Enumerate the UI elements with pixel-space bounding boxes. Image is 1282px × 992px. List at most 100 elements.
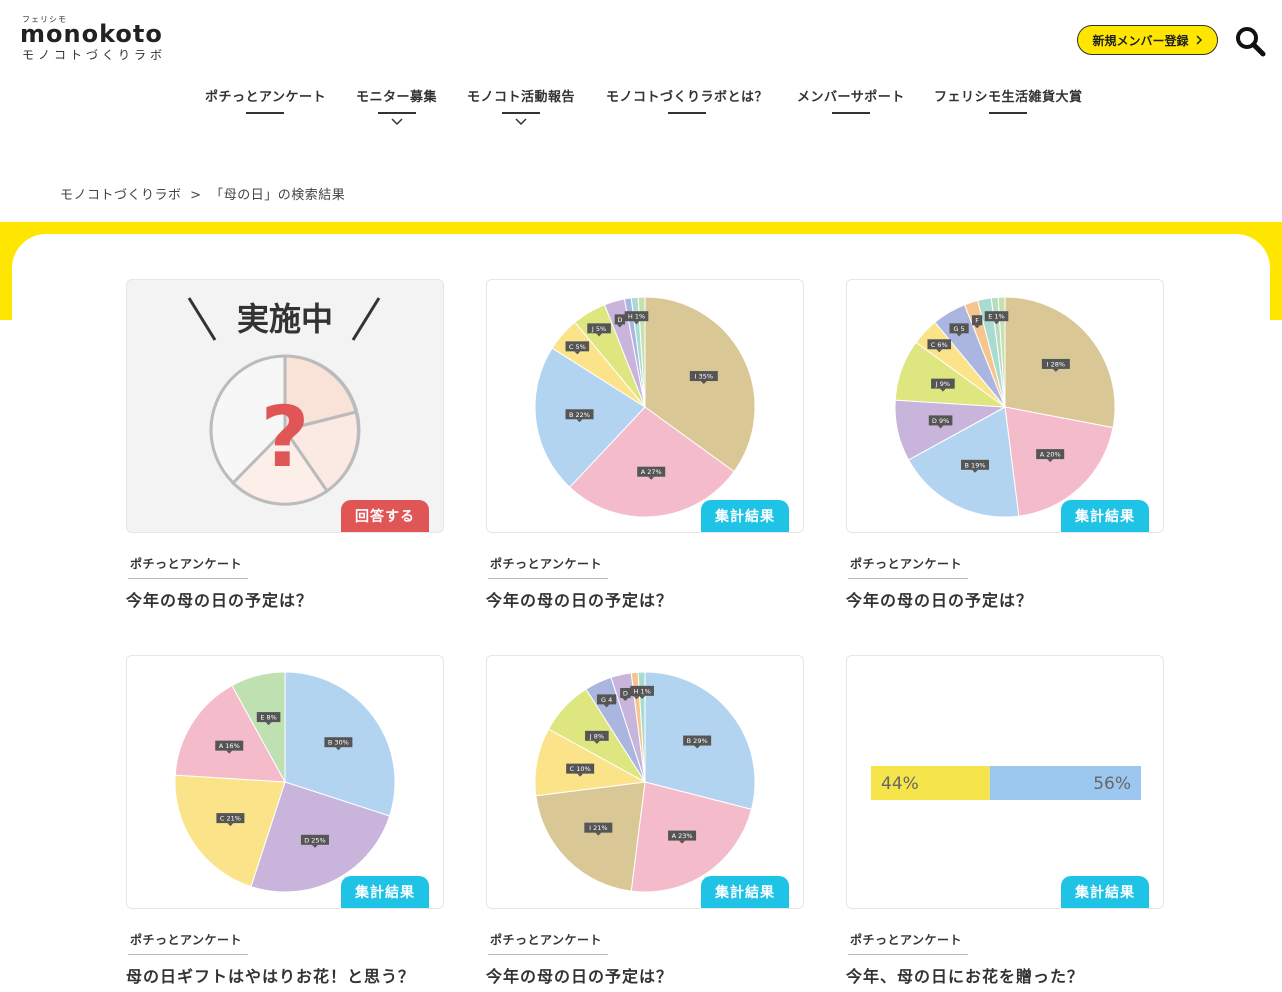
svg-text:B 19%: B 19% [965,461,986,469]
card-thumbnail[interactable]: B 30% D 25% C 21% A 16% E 8% 集計結果 [126,655,444,909]
svg-text:B 29%: B 29% [687,737,708,745]
result-pie-chart: B 29%A 23%I 21%C 10%J 8%G 4DIH 1% [534,671,756,893]
in-progress-label: 実施中 [237,300,333,338]
register-label: 新規メンバー登録 [1092,33,1189,48]
nav-label: モノコト活動報告 [467,90,576,105]
in-progress-illustration: 実施中 ? [187,297,381,506]
nav-item-monitor[interactable]: モニター募集 [356,86,437,126]
svg-text:C 5%: C 5% [569,343,586,351]
results-button[interactable]: 集計結果 [701,500,789,532]
card-category[interactable]: ポチっとアンケート [128,931,249,955]
svg-text:H 1%: H 1% [628,313,645,321]
nav-item-support[interactable]: メンバーサポート [797,86,905,114]
svg-text:I 21%: I 21% [589,824,607,832]
card-title[interactable]: 母の日ギフトはやはりお花！と思う？ [126,963,444,987]
bar-label: 44% [881,774,919,794]
result-bar-chart: 44% 56% [871,766,1141,800]
result-pie-chart: I 28% A 20% B 19% D 9% J 9% C 6% G 5 F E 1% [894,296,1116,518]
nav-underline [502,112,540,114]
card-category[interactable]: ポチっとアンケート [488,555,609,579]
svg-text:B 30%: B 30% [328,739,349,747]
svg-text:G 5: G 5 [953,325,964,333]
chevron-down-icon [390,118,403,126]
pie-slice [535,781,646,892]
logo-sub-text: モノコトづくりラボ [22,48,167,62]
card-category[interactable]: ポチっとアンケート [128,555,249,579]
svg-text:F: F [975,317,979,325]
svg-text:A 27%: A 27% [641,468,662,476]
survey-card[interactable]: I 28% A 20% B 19% D 9% J 9% C 6% G 5 F E 1% 集計結果… [846,279,1164,611]
survey-card[interactable]: I 35% A 27% B 22% C 5% J 5% D H 1% 集計結果 ポチっとアン… [486,279,804,611]
breadcrumb: モノコトづくりラボ > 「母の日」の検索結果 [60,184,345,203]
card-thumbnail[interactable]: I 28% A 20% B 19% D 9% J 9% C 6% G 5 F E 1% 集計結果 [846,279,1164,533]
svg-text:A 16%: A 16% [219,742,240,750]
svg-text:E 1%: E 1% [988,313,1005,321]
nav-underline [377,112,416,114]
svg-text:J 8%: J 8% [589,732,604,740]
svg-text:C 21%: C 21% [220,815,241,823]
nav-label: モニター募集 [356,90,438,105]
nav-label: メンバーサポート [797,90,905,105]
nav-item-activity[interactable]: モノコト活動報告 [467,86,575,126]
card-category[interactable]: ポチっとアンケート [848,931,969,955]
chevron-right-icon [1195,35,1202,45]
nav-underline [668,112,706,114]
nav-label: モノコトづくりラボとは？ [606,90,769,105]
svg-text:A 20%: A 20% [1040,451,1061,459]
svg-text:D: D [623,689,628,697]
search-icon[interactable] [1234,25,1266,57]
breadcrumb-current: 「母の日」の検索結果 [210,188,346,203]
results-button[interactable]: 集計結果 [701,876,789,908]
answer-button[interactable]: 回答する [341,500,429,532]
svg-text:D: D [617,316,622,324]
nav-underline [989,112,1028,114]
nav-item-about[interactable]: モノコトづくりラボとは？ [606,86,768,114]
svg-text:C 6%: C 6% [931,341,948,349]
breadcrumb-separator: > [190,188,202,203]
card-title[interactable]: 今年の母の日の予定は？ [486,587,804,611]
svg-text:J 5%: J 5% [591,325,606,333]
svg-text:B 22%: B 22% [569,411,590,419]
svg-text:I 28%: I 28% [1047,360,1065,368]
nav-item-poll[interactable]: ポチっとアンケート [205,86,326,114]
svg-text:E 8%: E 8% [260,714,277,722]
nav-underline [246,112,285,114]
logo-brand-text: monokoto [20,20,163,48]
breadcrumb-home[interactable]: モノコトづくりラボ [60,188,182,203]
svg-text:A 23%: A 23% [672,832,693,840]
question-mark-icon: ? [261,388,310,486]
svg-text:J 9%: J 9% [935,380,950,388]
results-button[interactable]: 集計結果 [1061,876,1149,908]
card-thumbnail[interactable]: B 29%A 23%I 21%C 10%J 8%G 4DIH 1% 集計結果 [486,655,804,909]
card-thumbnail[interactable]: I 35% A 27% B 22% C 5% J 5% D H 1% 集計結果 [486,279,804,533]
card-title[interactable]: 今年の母の日の予定は？ [126,587,444,611]
survey-card[interactable]: 実施中 ? 回答する ポチっとアンケート 今年の母の日の予定は？ [126,279,444,611]
svg-text:I 35%: I 35% [695,373,713,381]
card-thumbnail[interactable]: 実施中 ? 回答する [126,279,444,533]
card-thumbnail[interactable]: 44% 56% 集計結果 [846,655,1164,909]
svg-text:D 25%: D 25% [304,836,326,844]
svg-text:D 9%: D 9% [932,417,949,425]
bar-label: 56% [1093,774,1131,794]
svg-text:G 4: G 4 [601,696,612,704]
main-navigation: ポチっとアンケート モニター募集 モノコト活動報告 モノコトづくりラボとは？ メ… [0,86,1282,136]
results-button[interactable]: 集計結果 [1061,500,1149,532]
nav-label: フェリシモ生活雑貨大賞 [934,90,1083,105]
result-pie-chart: B 30% D 25% C 21% A 16% E 8% [174,671,396,893]
nav-item-award[interactable]: フェリシモ生活雑貨大賞 [934,86,1083,114]
card-title[interactable]: 今年の母の日の予定は？ [846,587,1164,611]
svg-text:H 1%: H 1% [634,687,651,695]
svg-text:C 10%: C 10% [570,765,591,773]
survey-card[interactable]: B 30% D 25% C 21% A 16% E 8% 集計結果 ポチっとアンケート … [126,655,444,987]
chevron-down-icon [515,118,527,126]
card-category[interactable]: ポチっとアンケート [848,555,969,579]
survey-card[interactable]: 44% 56% 集計結果 ポチっとアンケート 今年、母の日にお花を贈った？ [846,655,1164,987]
card-title[interactable]: 今年、母の日にお花を贈った？ [846,963,1164,987]
nav-label: ポチっとアンケート [205,90,326,105]
register-member-button[interactable]: 新規メンバー登録 [1077,25,1218,55]
survey-card[interactable]: B 29%A 23%I 21%C 10%J 8%G 4DIH 1% 集計結果 ポ… [486,655,804,987]
card-title[interactable]: 今年の母の日の予定は？ [486,963,804,987]
card-category[interactable]: ポチっとアンケート [488,931,609,955]
results-button[interactable]: 集計結果 [341,876,429,908]
nav-underline [831,112,870,114]
